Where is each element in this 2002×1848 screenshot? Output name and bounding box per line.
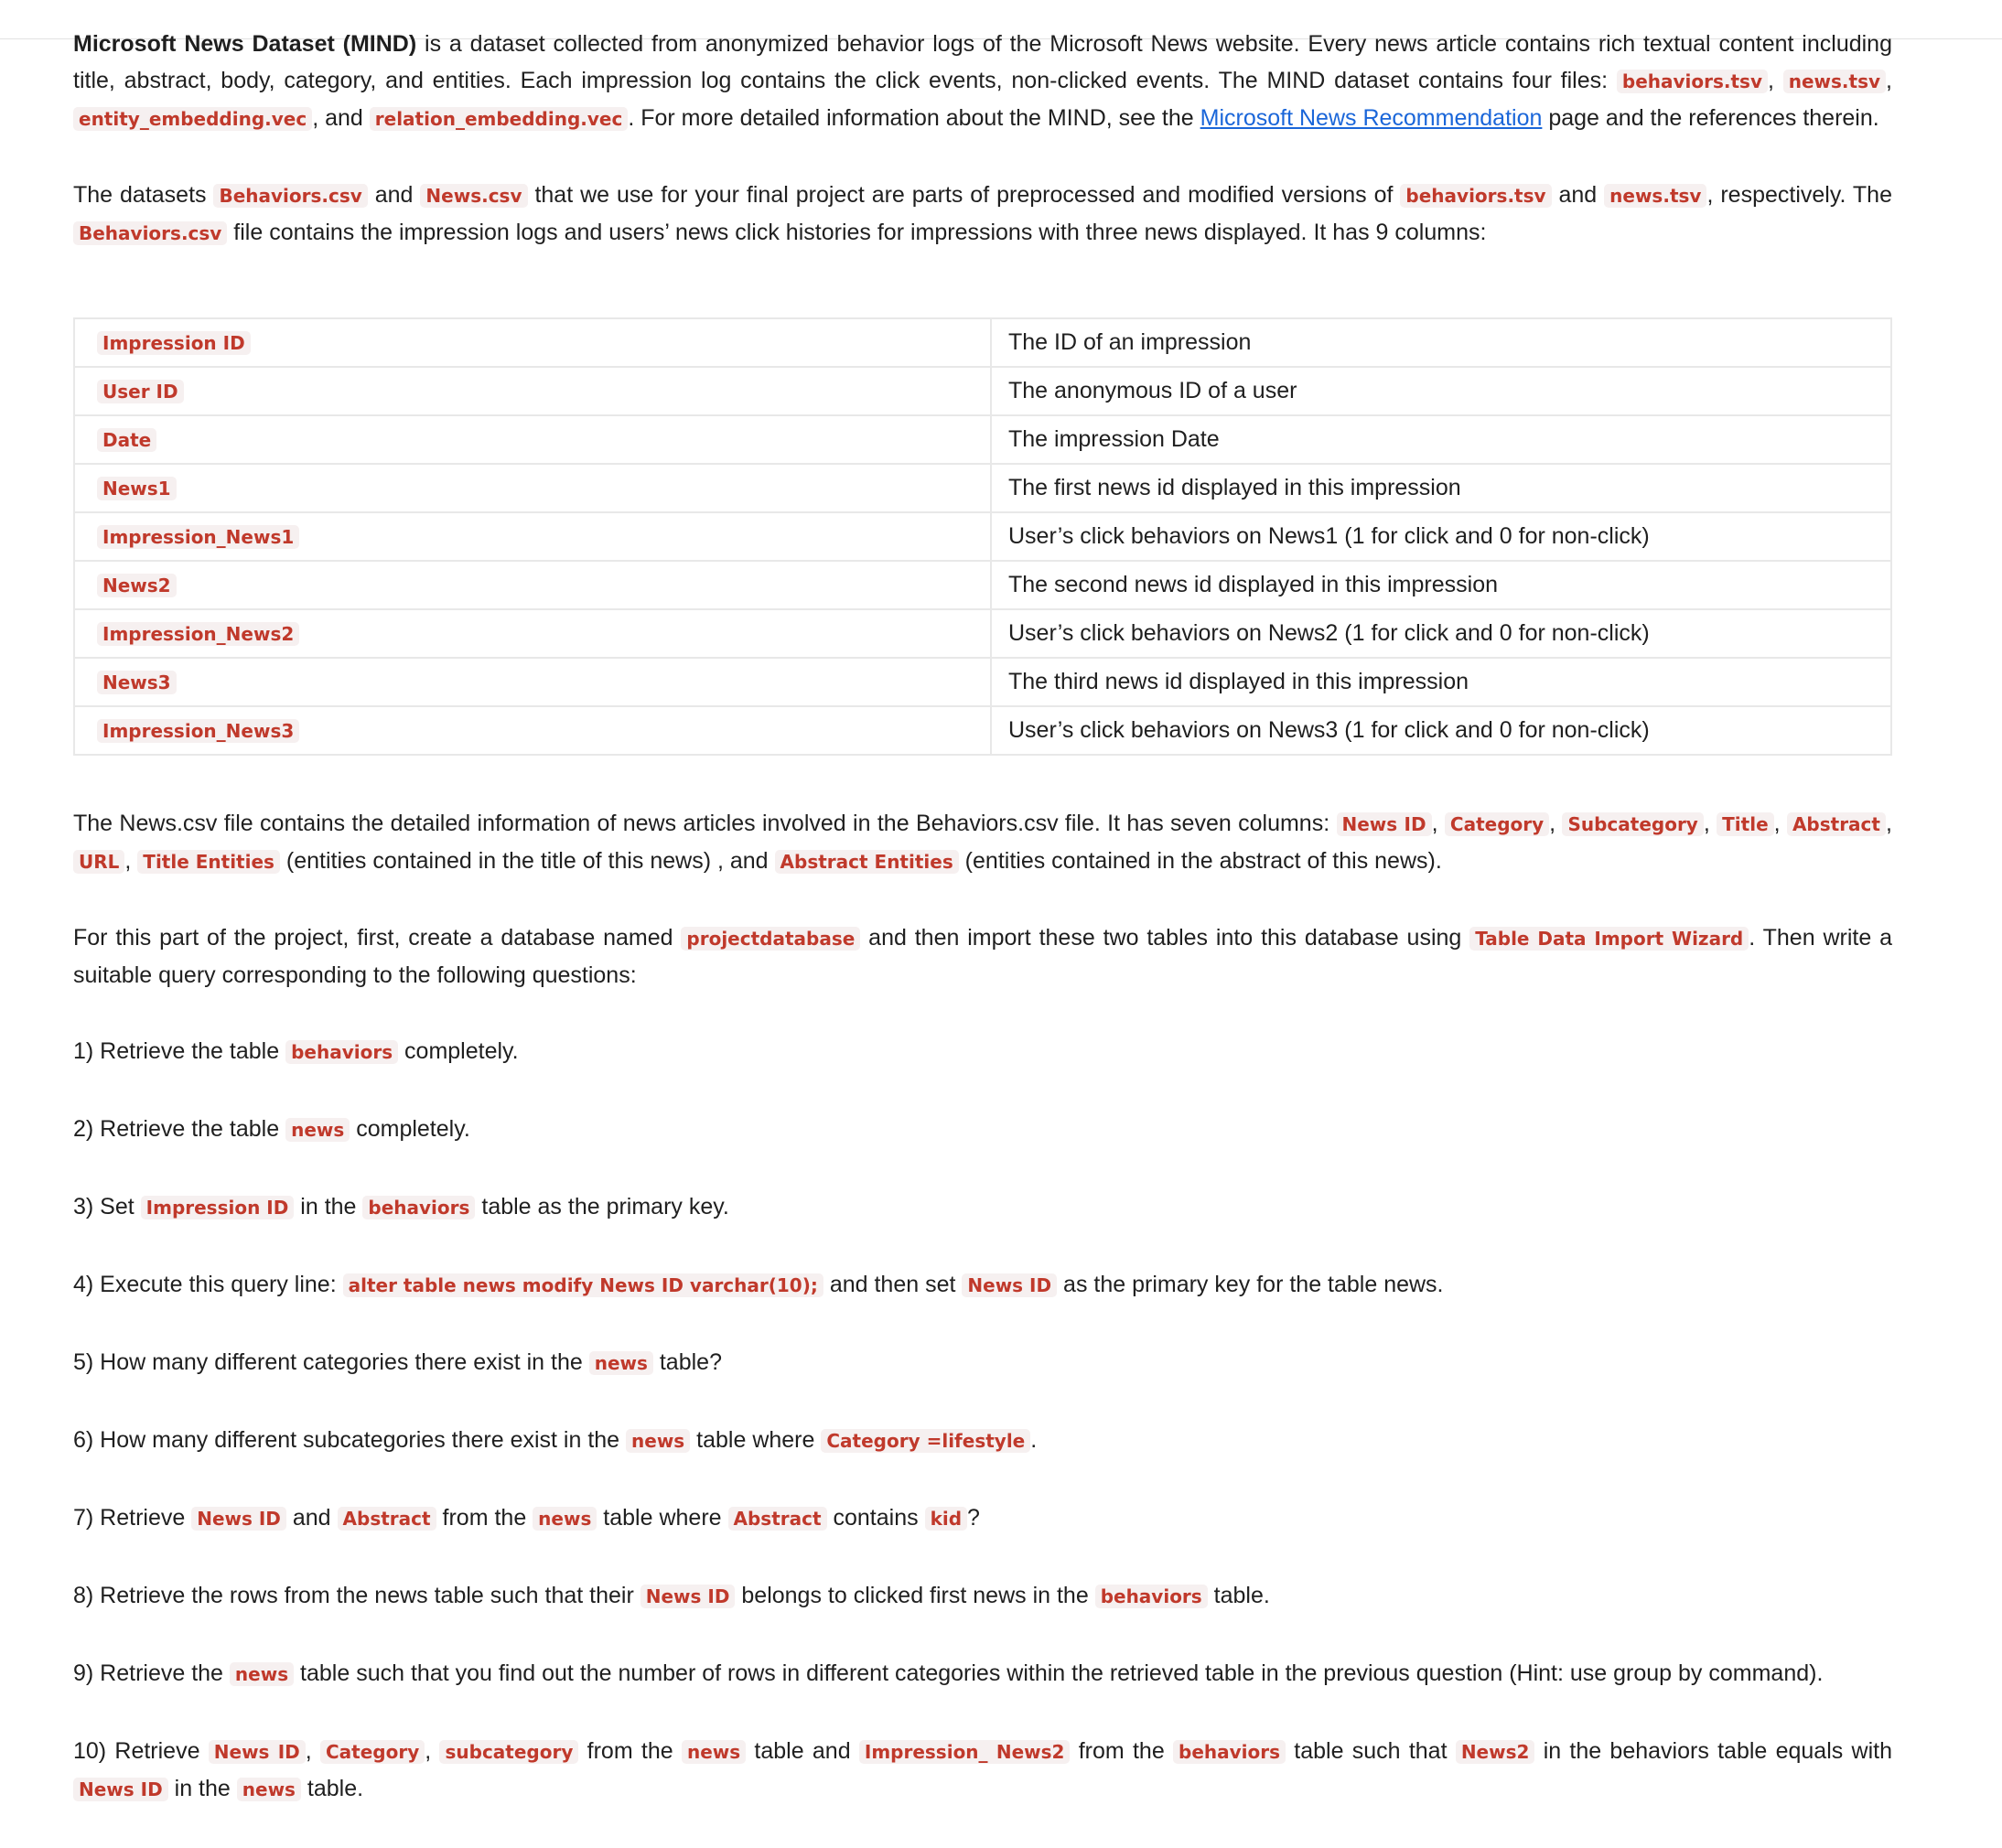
code-token: subcategory	[439, 1740, 579, 1764]
microsoft-news-link[interactable]: Microsoft News Recommendation	[1200, 105, 1543, 131]
column-name: User ID	[97, 380, 184, 403]
code-token: News ID	[962, 1273, 1058, 1297]
news-columns-paragraph: The News.csv file contains the detailed …	[73, 811, 1892, 874]
code-token: Abstract	[337, 1507, 436, 1531]
question-6: 6) How many different subcategories ther…	[73, 1427, 1038, 1453]
code-token: News2	[1455, 1740, 1535, 1764]
code-news-id: News ID	[1336, 812, 1432, 836]
column-description: The anonymous ID of a user	[990, 366, 1892, 416]
question-5: 5) How many different categories there e…	[73, 1349, 722, 1375]
code-token: Category =lifestyle	[821, 1429, 1031, 1453]
column-description: The ID of an impression	[990, 317, 1892, 368]
code-token: News ID	[73, 1778, 168, 1801]
code-news-csv: News.csv	[420, 184, 528, 208]
code-token: Impression ID	[140, 1196, 295, 1219]
code-url: URL	[73, 850, 125, 874]
code-token: News ID	[191, 1507, 286, 1531]
code-token: News ID	[208, 1740, 306, 1764]
question-4: 4) Execute this query line: alter table …	[73, 1272, 1444, 1297]
code-token: news	[229, 1662, 295, 1686]
table-row: Impression_News3 User’s click behaviors o…	[73, 705, 1892, 756]
code-import-wizard: Table Data Import Wizard	[1469, 927, 1749, 951]
code-token: behaviors	[1173, 1740, 1286, 1764]
code-token: behaviors	[1094, 1585, 1208, 1608]
table-row: Impression ID The ID of an impression	[73, 317, 1892, 368]
code-token: news	[626, 1429, 691, 1453]
code-behaviors-tsv: behaviors.tsv	[1616, 70, 1768, 93]
code-token: Impression_ News2	[858, 1740, 1071, 1764]
column-description: The third news id displayed in this impr…	[990, 657, 1892, 707]
column-name: News3	[97, 671, 177, 694]
column-description: The second news id displayed in this imp…	[990, 560, 1892, 610]
code-abstract: Abstract	[1786, 812, 1886, 836]
code-abstract-entities: Abstract Entities	[774, 850, 959, 874]
code-title: Title	[1717, 812, 1774, 836]
code-token: news	[533, 1507, 597, 1531]
code-entity-embedding: entity_embedding.vec	[73, 107, 313, 131]
dataset-title: Microsoft News Dataset (MIND)	[73, 31, 417, 57]
code-token: Category	[320, 1740, 425, 1764]
code-token: news	[588, 1351, 653, 1375]
question-2: 2) Retrieve the table news completely.	[73, 1116, 470, 1142]
column-name: Impression ID	[97, 331, 251, 355]
code-token: news	[681, 1740, 747, 1764]
code-behaviors-tsv: behaviors.tsv	[1400, 184, 1552, 208]
intro-paragraph: Microsoft News Dataset (MIND) is a datas…	[73, 31, 1892, 131]
column-name: Impression_News1	[97, 525, 300, 549]
question-3: 3) Set Impression ID in the behaviors ta…	[73, 1194, 729, 1219]
column-description: User’s click behaviors on News2 (1 for c…	[990, 608, 1892, 659]
column-description: User’s click behaviors on News3 (1 for c…	[990, 705, 1892, 756]
behaviors-columns-table: Impression ID The ID of an impression Use…	[73, 317, 1892, 756]
code-token: Abstract	[727, 1507, 827, 1531]
table-row: News3 The third news id displayed in this…	[73, 657, 1892, 707]
code-subcategory: Subcategory	[1562, 812, 1704, 836]
column-description: The impression Date	[990, 414, 1892, 465]
table-row: User ID The anonymous ID of a user	[73, 366, 1892, 416]
code-projectdatabase: projectdatabase	[681, 927, 861, 951]
datasets-paragraph: The datasets Behaviors.csv and News.csv …	[73, 182, 1892, 245]
column-description: The first news id displayed in this impr…	[990, 463, 1892, 513]
column-name: Impression_News3	[97, 719, 300, 743]
column-name: Impression_News2	[97, 622, 300, 646]
code-category: Category	[1444, 812, 1550, 836]
table-row: News2 The second news id displayed in thi…	[73, 560, 1892, 610]
code-token: News ID	[640, 1585, 736, 1608]
column-name: News2	[97, 574, 177, 597]
question-9: 9) Retrieve the news table such that you…	[73, 1660, 1824, 1686]
code-token: kid	[924, 1507, 968, 1531]
document-body: Microsoft News Dataset (MIND) is a datas…	[73, 26, 1892, 1848]
question-7: 7) Retrieve News ID and Abstract from th…	[73, 1505, 980, 1531]
column-name: News1	[97, 477, 177, 500]
code-behaviors-csv: Behaviors.csv	[213, 184, 368, 208]
table-row: Date The impression Date	[73, 414, 1892, 465]
question-8: 8) Retrieve the rows from the news table…	[73, 1583, 1270, 1608]
code-behaviors-csv: Behaviors.csv	[73, 221, 228, 245]
code-news-tsv: news.tsv	[1782, 70, 1887, 93]
code-news-tsv: news.tsv	[1604, 184, 1707, 208]
task-paragraph: For this part of the project, first, cre…	[73, 925, 1892, 988]
code-token: alter table news modify News ID varchar(…	[342, 1273, 823, 1297]
code-token: news	[285, 1118, 350, 1142]
column-name: Date	[97, 428, 157, 452]
table-row: Impression_News1 User’s click behaviors o…	[73, 511, 1892, 562]
code-title-entities: Title Entities	[137, 850, 280, 874]
code-relation-embedding: relation_embedding.vec	[369, 107, 629, 131]
code-token: news	[236, 1778, 301, 1801]
table-row: News1 The first news id displayed in this…	[73, 463, 1892, 513]
code-token: behaviors	[362, 1196, 476, 1219]
code-token: behaviors	[285, 1040, 399, 1064]
column-description: User’s click behaviors on News1 (1 for c…	[990, 511, 1892, 562]
question-10: 10) Retrieve News ID, Category, subcateg…	[73, 1738, 1892, 1801]
table-row: Impression_News2 User’s click behaviors o…	[73, 608, 1892, 659]
question-1: 1) Retrieve the table behaviors complete…	[73, 1038, 519, 1064]
